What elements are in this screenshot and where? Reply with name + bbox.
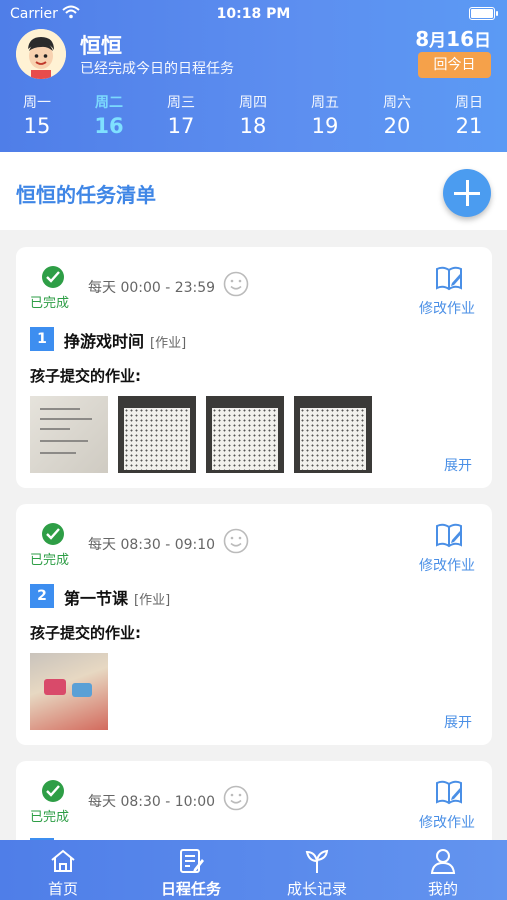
task-number-badge: 2	[30, 584, 54, 608]
task-card[interactable]: 已完成 每天 08:30 - 09:10 修改作业 2 第一节课 [作业] 孩子提…	[16, 504, 492, 745]
add-task-button[interactable]	[443, 169, 491, 217]
smiley-icon[interactable]	[223, 271, 249, 297]
back-to-today-button[interactable]: 回今日	[418, 52, 491, 78]
status-label: 已完成	[30, 296, 70, 311]
task-card[interactable]: 已完成 每天 08:30 - 10:00 修改作业	[16, 761, 492, 840]
user-name: 恒恒	[80, 34, 122, 58]
tab-label: 我的	[427, 880, 458, 898]
smiley-icon[interactable]	[223, 528, 249, 554]
photo-thumbnail[interactable]	[30, 396, 108, 473]
clock: 10:18 PM	[216, 6, 291, 22]
expand-button[interactable]: 展开	[444, 455, 472, 475]
tab-label: 日程任务	[160, 880, 221, 898]
task-list: 已完成 每天 00:00 - 23:59 修改作业 1 挣游戏时间 [作业] 孩子…	[0, 230, 507, 840]
status-bar: Carrier 10:18 PM	[0, 0, 507, 28]
check-icon	[42, 266, 64, 288]
task-list-title: 恒恒的任务清单	[16, 183, 156, 207]
schedule-time: 每天 08:30 - 09:10	[88, 537, 216, 553]
battery-icon	[469, 7, 498, 20]
photo-thumbnail[interactable]	[294, 396, 372, 473]
avatar[interactable]	[16, 29, 66, 79]
tab-home[interactable]: 首页	[8, 840, 118, 900]
bottom-tab-bar: 首页 日程任务 成长记录 我的	[0, 840, 507, 900]
edit-homework-button[interactable]: 修改作业	[419, 812, 475, 832]
submitted-homework-label: 孩子提交的作业:	[30, 367, 141, 385]
smiley-icon[interactable]	[223, 785, 249, 811]
header: Carrier 10:18 PM 恒恒 已经完成今日的日程任务 8月16日 回今…	[0, 0, 507, 152]
status-label: 已完成	[30, 553, 70, 568]
check-icon	[42, 523, 64, 545]
tab-profile[interactable]: 我的	[388, 840, 498, 900]
schedule-time: 每天 00:00 - 23:59	[88, 280, 216, 296]
day-wed[interactable]: 周三 17	[151, 92, 211, 138]
home-icon	[51, 849, 75, 872]
edit-homework-icon[interactable]	[434, 777, 464, 807]
status-label: 已完成	[30, 810, 70, 825]
task-name: 挣游戏时间 [作业]	[64, 332, 187, 351]
current-date: 8月16日	[415, 27, 491, 51]
photo-thumbnail[interactable]	[30, 653, 108, 730]
photo-thumbnail[interactable]	[206, 396, 284, 473]
task-type-tag: [作业]	[150, 336, 187, 351]
day-sun[interactable]: 周日 21	[439, 92, 499, 138]
edit-homework-icon[interactable]	[434, 263, 464, 293]
day-tue[interactable]: 周二 16	[79, 92, 139, 138]
day-thu[interactable]: 周四 18	[223, 92, 283, 138]
task-list-header: 恒恒的任务清单	[0, 152, 507, 230]
task-name: 第一节课 [作业]	[64, 589, 171, 608]
check-icon	[42, 780, 64, 802]
profile-icon	[430, 849, 456, 874]
submitted-homework-label: 孩子提交的作业:	[30, 624, 141, 642]
task-card[interactable]: 已完成 每天 00:00 - 23:59 修改作业 1 挣游戏时间 [作业] 孩子…	[16, 247, 492, 488]
day-mon[interactable]: 周一 15	[7, 92, 67, 138]
edit-homework-icon[interactable]	[434, 520, 464, 550]
photo-thumbnail[interactable]	[118, 396, 196, 473]
user-status: 已经完成今日的日程任务	[80, 61, 234, 77]
expand-button[interactable]: 展开	[444, 712, 472, 732]
schedule-time: 每天 08:30 - 10:00	[88, 794, 216, 810]
edit-homework-button[interactable]: 修改作业	[419, 555, 475, 575]
day-fri[interactable]: 周五 19	[295, 92, 355, 138]
task-type-tag: [作业]	[134, 593, 171, 608]
schedule-icon	[180, 849, 204, 873]
task-number-badge: 1	[30, 327, 54, 351]
tab-label: 首页	[47, 880, 78, 898]
tab-schedule[interactable]: 日程任务	[136, 840, 246, 900]
edit-homework-button[interactable]: 修改作业	[419, 298, 475, 318]
day-sat[interactable]: 周六 20	[367, 92, 427, 138]
tab-growth[interactable]: 成长记录	[262, 840, 372, 900]
sprout-icon	[305, 849, 329, 873]
week-selector: 周一 15 周二 16 周三 17 周四 18 周五 19 周六 20 周日 21	[0, 92, 507, 142]
tab-label: 成长记录	[286, 880, 347, 898]
